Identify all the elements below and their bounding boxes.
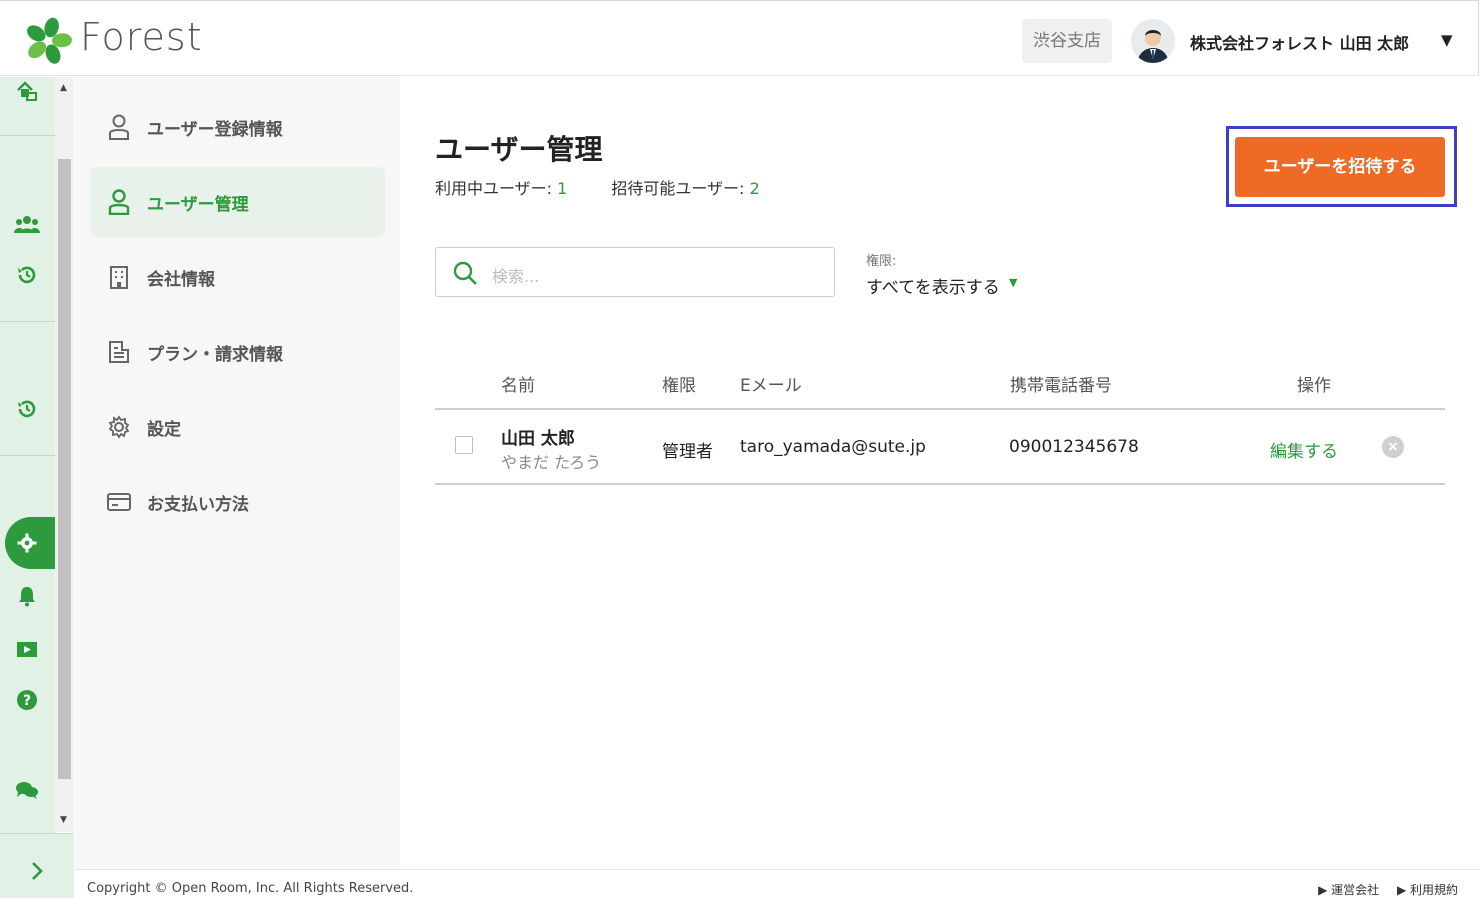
- footer-link-terms[interactable]: ▶ 利用規約: [1397, 883, 1458, 897]
- expand-chevron-icon[interactable]: [30, 860, 44, 882]
- subnav-label: ユーザー登録情報: [147, 119, 283, 140]
- subnav-item-payment-method[interactable]: お支払い方法: [90, 467, 385, 537]
- column-header-actions: 操作: [1297, 376, 1331, 396]
- invite-user-button[interactable]: ユーザーを招待する: [1235, 137, 1445, 197]
- page-footer: Copyright © Open Room, Inc. All Rights R…: [75, 869, 1480, 898]
- subnav-label: お支払い方法: [147, 494, 249, 515]
- footer-links: ▶ 運営会社 ▶ 利用規約: [1304, 881, 1458, 898]
- user-email: taro_yamada@sute.jp: [740, 437, 926, 457]
- logo-text: Forest: [80, 15, 203, 59]
- subnav-label: プラン・請求情報: [147, 344, 283, 365]
- history-icon[interactable]: [14, 262, 40, 288]
- credit-card-icon: [106, 489, 132, 515]
- settings-subnav: ユーザー登録情報 ユーザー管理 会社情報 プラン・請求情報 設定 お支払い方法: [75, 77, 400, 869]
- subnav-label: 会社情報: [147, 269, 215, 290]
- scroll-up-arrow-icon[interactable]: ▲: [60, 83, 67, 93]
- invitable-users-count: 2: [749, 179, 760, 198]
- user-role: 管理者: [662, 442, 713, 462]
- app-header: Forest 渋谷支店 株式会社フォレスト 山田 太郎 ▼: [0, 0, 1479, 76]
- gear-icon: [106, 414, 132, 440]
- search-icon: [453, 261, 477, 285]
- gear-icon[interactable]: [14, 530, 40, 556]
- delete-user-icon[interactable]: ×: [1382, 436, 1404, 458]
- avatar-photo-icon: [1131, 19, 1175, 63]
- history-icon[interactable]: [14, 396, 40, 422]
- copyright-text: Copyright © Open Room, Inc. All Rights R…: [87, 881, 414, 896]
- svg-text:?: ?: [23, 693, 31, 709]
- scroll-thumb[interactable]: [58, 159, 71, 779]
- page-title: ユーザー管理: [435, 133, 603, 166]
- chat-icon[interactable]: [14, 777, 40, 803]
- column-header-name: 名前: [501, 376, 535, 396]
- active-users-label: 利用中ユーザー:: [435, 179, 558, 198]
- subnav-item-user-management[interactable]: ユーザー管理: [90, 167, 385, 237]
- row-checkbox[interactable]: [455, 436, 473, 454]
- column-header-role: 権限: [662, 376, 696, 396]
- user-menu-name[interactable]: 株式会社フォレスト 山田 太郎: [1190, 30, 1409, 54]
- invoice-icon: [106, 339, 132, 365]
- table-row-divider: [435, 483, 1445, 485]
- column-header-email: Eメール: [740, 376, 802, 396]
- footer-link-company[interactable]: ▶ 運営会社: [1318, 883, 1379, 897]
- search-placeholder: 検索...: [492, 267, 540, 286]
- rail-scrollbar[interactable]: ▲ ▼: [55, 77, 74, 832]
- column-header-phone: 携帯電話番号: [1010, 376, 1112, 396]
- user-phone: 090012345678: [1009, 437, 1139, 457]
- active-users-count: 1: [557, 179, 568, 198]
- users-group-icon[interactable]: [14, 211, 40, 237]
- chevron-down-icon[interactable]: ▼: [1009, 276, 1017, 289]
- subnav-item-user-registration[interactable]: ユーザー登録情報: [90, 92, 385, 162]
- help-icon[interactable]: ?: [14, 687, 40, 713]
- user-menu-caret-icon[interactable]: ▼: [1441, 31, 1453, 49]
- rail-divider: [0, 135, 55, 136]
- subnav-label: 設定: [147, 419, 181, 440]
- invitable-users-label: 招待可能ユーザー:: [611, 179, 750, 198]
- role-filter-label: 権限:: [866, 254, 897, 269]
- subnav-item-settings[interactable]: 設定: [90, 392, 385, 462]
- user-name-kana: やまだ たろう: [501, 453, 602, 472]
- role-filter-select[interactable]: すべてを表示する: [866, 273, 1000, 298]
- user-counts: 利用中ユーザー: 1 招待可能ユーザー: 2: [435, 175, 760, 199]
- subnav-item-plan-billing[interactable]: プラン・請求情報: [90, 317, 385, 387]
- edit-user-link[interactable]: 編集する: [1270, 437, 1338, 462]
- home-icon[interactable]: [14, 78, 40, 104]
- bell-icon[interactable]: [14, 583, 40, 609]
- branch-selector[interactable]: 渋谷支店: [1022, 19, 1112, 63]
- avatar[interactable]: [1131, 19, 1175, 63]
- rail-divider: [0, 455, 55, 456]
- forest-logo-icon[interactable]: [24, 17, 72, 65]
- building-icon: [106, 264, 132, 290]
- search-input[interactable]: 検索...: [435, 247, 835, 297]
- video-guide-icon[interactable]: [14, 636, 40, 662]
- user-name: 山田 太郎: [501, 429, 575, 449]
- rail-footer: [0, 833, 74, 898]
- left-rail: ?: [0, 77, 55, 897]
- scroll-down-arrow-icon[interactable]: ▼: [60, 815, 67, 825]
- subnav-item-company-info[interactable]: 会社情報: [90, 242, 385, 312]
- table-header-divider: [435, 408, 1445, 410]
- person-icon: [106, 114, 132, 140]
- rail-divider: [0, 321, 55, 322]
- person-icon: [106, 189, 132, 215]
- subnav-label: ユーザー管理: [147, 194, 249, 215]
